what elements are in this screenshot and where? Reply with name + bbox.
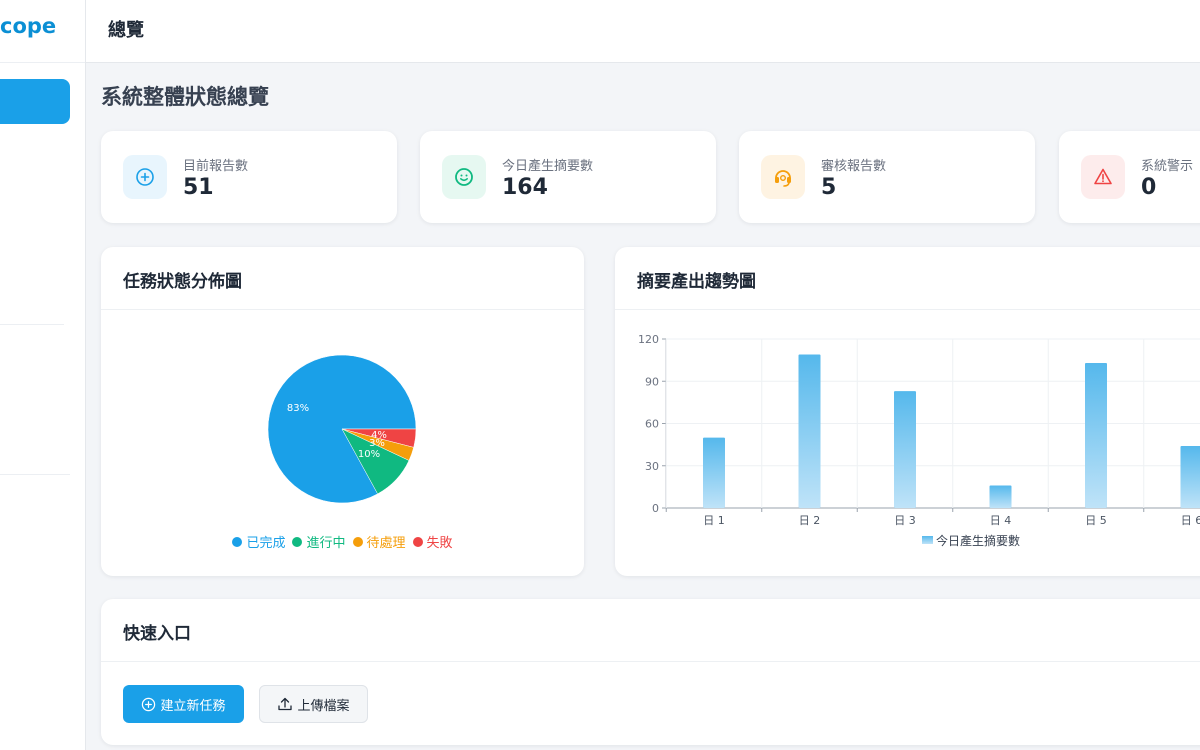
panel-divider xyxy=(101,661,1200,662)
warning-triangle-icon xyxy=(1094,168,1112,185)
stat-icon-box xyxy=(442,155,486,199)
bar[interactable] xyxy=(798,354,821,508)
bar[interactable] xyxy=(989,485,1012,508)
stat-card-alerts: 系統警示 0 xyxy=(1059,131,1200,223)
legend-label: 失敗 xyxy=(426,536,453,551)
sidebar-header-divider xyxy=(0,62,85,63)
x-tick-label: 日 1 xyxy=(703,514,725,527)
stat-label: 系統警示 xyxy=(1141,159,1194,174)
legend-item-failed[interactable]: 失敗 xyxy=(412,532,453,551)
legend-swatch xyxy=(922,536,933,544)
y-tick-label: 90 xyxy=(645,375,659,388)
brand-logo-text: cope xyxy=(0,14,57,38)
stat-value: 0 xyxy=(1141,175,1157,200)
legend-label: 待處理 xyxy=(366,536,406,551)
headset-icon xyxy=(775,170,791,187)
legend-item-pending[interactable]: 待處理 xyxy=(352,532,406,551)
sidebar-item-active[interactable] xyxy=(0,79,70,124)
legend-dot xyxy=(232,536,243,547)
panel-title: 快速入口 xyxy=(123,624,191,644)
y-tick-label: 120 xyxy=(638,333,659,346)
legend-label: 進行中 xyxy=(306,536,346,551)
x-tick-label: 日 5 xyxy=(1085,514,1107,527)
legend-label[interactable]: 今日產生摘要數 xyxy=(936,533,1020,548)
stat-card-review: 審核報告數 5 xyxy=(739,131,1035,223)
stat-label: 目前報告數 xyxy=(183,159,249,174)
plus-circle-icon xyxy=(142,697,156,711)
legend-item-completed[interactable]: 已完成 xyxy=(232,532,285,551)
stat-label: 審核報告數 xyxy=(821,159,887,174)
quick-access-panel: 快速入口 建立新任務 上傳檔案 xyxy=(101,599,1200,745)
stat-icon-box xyxy=(1081,155,1125,199)
page-title: 系統整體狀態總覽 xyxy=(101,85,269,109)
plus-circle-icon xyxy=(136,168,154,186)
x-tick-label: 日 3 xyxy=(894,514,916,527)
stat-label: 今日產生摘要數 xyxy=(502,159,594,174)
legend-dot xyxy=(412,536,423,547)
sidebar-divider xyxy=(0,324,64,325)
stat-value: 51 xyxy=(183,175,214,200)
create-task-label: 建立新任務 xyxy=(160,698,226,714)
sidebar-divider xyxy=(0,474,70,475)
y-tick-label: 60 xyxy=(645,418,659,431)
pie-legend: 已完成 進行中 待處理 失敗 xyxy=(101,532,584,551)
stat-value: 164 xyxy=(502,175,548,200)
top-bar: 總覽 xyxy=(86,0,1200,63)
pie-data-label: 3% xyxy=(369,438,385,449)
x-tick-label: 日 6 xyxy=(1181,514,1200,527)
x-tick-label: 日 4 xyxy=(990,514,1012,527)
pie-chart-panel: 任務狀態分佈圖 83% 4% 3% 10% 已完成 進行中 待處理 失敗 xyxy=(101,247,584,576)
stat-icon-box xyxy=(761,155,805,199)
stat-card-reports: 目前報告數 51 xyxy=(101,131,397,223)
face-smile-icon xyxy=(455,168,473,186)
stat-value: 5 xyxy=(821,175,837,200)
upload-file-label: 上傳檔案 xyxy=(297,698,350,714)
bar-chart-panel: 摘要產出趨勢圖 0 30 60 90 120 日 1日 2日 3日 4日 5日 6 今日產生… xyxy=(615,247,1200,576)
upload-icon xyxy=(278,697,293,711)
bar[interactable] xyxy=(894,391,916,508)
stat-icon-box xyxy=(123,155,167,199)
bar-chart: 0 30 60 90 120 日 1 日 2 日 3 日 4 日 5 日 6 今日產生摘要數 xyxy=(638,333,1200,548)
x-tick-label: 日 2 xyxy=(799,514,821,527)
topbar-title: 總覽 xyxy=(108,20,144,41)
legend-item-in-progress[interactable]: 進行中 xyxy=(292,532,346,551)
legend-dot xyxy=(292,536,303,547)
pie-data-label: 10% xyxy=(358,449,380,460)
create-task-button[interactable]: 建立新任務 xyxy=(123,685,244,723)
y-tick-label: 0 xyxy=(652,502,659,515)
sidebar: cope xyxy=(0,0,86,750)
stat-card-summaries: 今日產生摘要數 164 xyxy=(420,131,716,223)
pie-chart: 83%4%3%10% xyxy=(267,354,417,504)
bar[interactable] xyxy=(1180,446,1200,508)
bar[interactable] xyxy=(703,437,725,508)
pie-data-label: 83% xyxy=(287,403,309,414)
upload-file-button[interactable]: 上傳檔案 xyxy=(259,685,368,723)
bar[interactable] xyxy=(1085,362,1107,508)
legend-label: 已完成 xyxy=(246,536,286,551)
legend-dot xyxy=(352,536,363,547)
y-tick-label: 30 xyxy=(645,460,659,473)
